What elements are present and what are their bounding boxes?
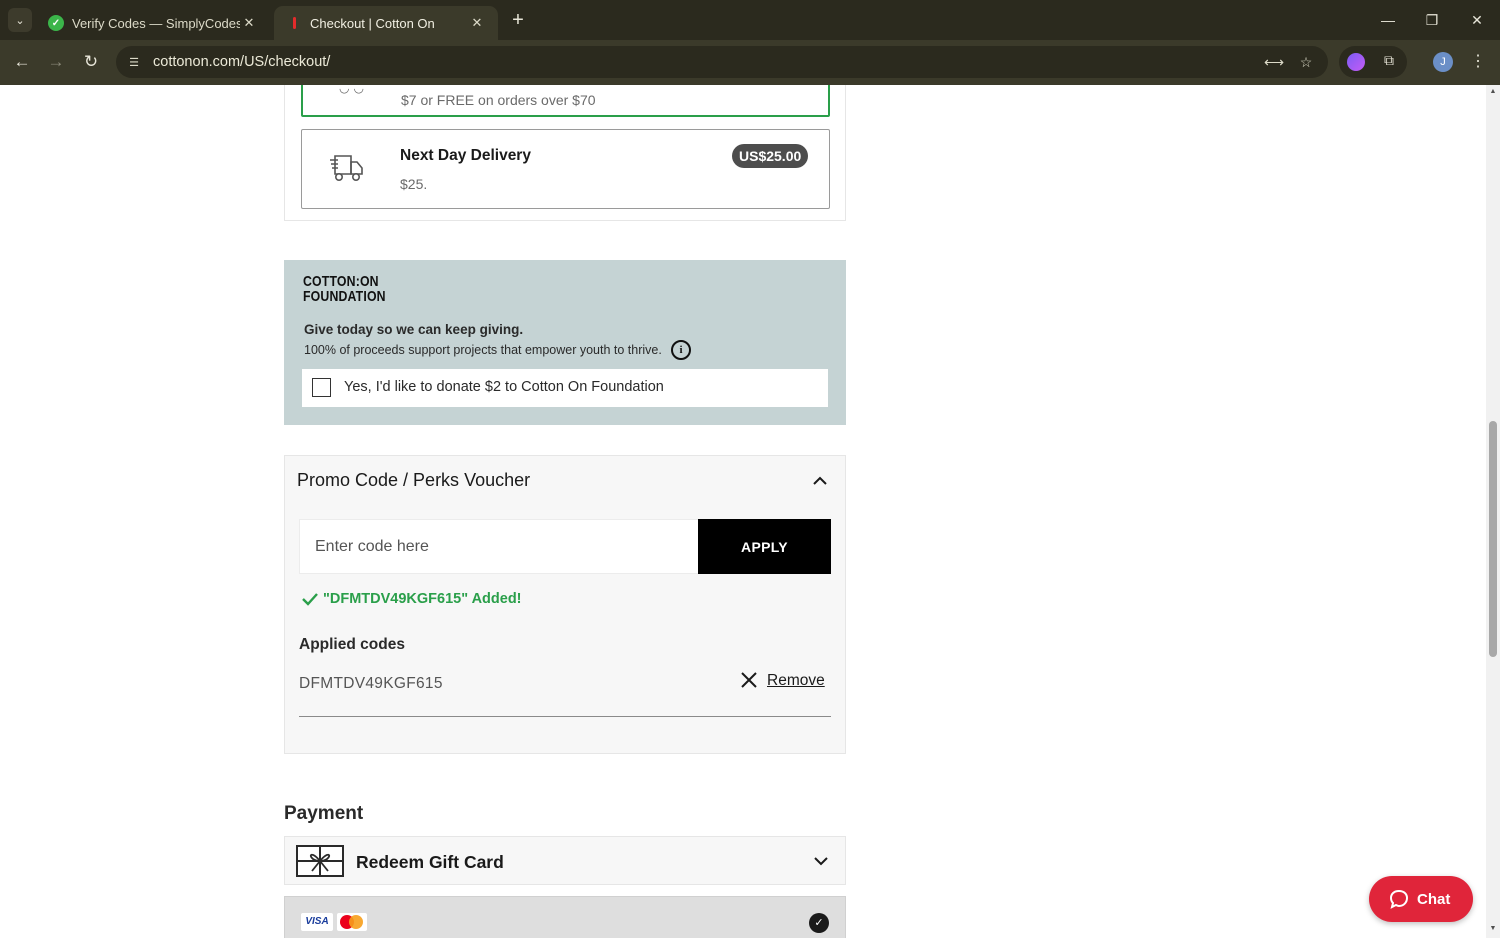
remove-code-link[interactable]: Remove — [767, 672, 825, 690]
simplycodes-favicon-icon: ✓ — [48, 15, 64, 31]
restore-window-icon[interactable]: ❐ — [1410, 0, 1454, 40]
shipping-option-desc: $7 or FREE on orders over $70 — [401, 92, 596, 108]
close-window-icon[interactable]: ✕ — [1455, 0, 1499, 40]
tab-close-icon[interactable]: ✕ — [468, 15, 486, 31]
donate-option[interactable]: Yes, I'd like to donate $2 to Cotton On … — [302, 369, 828, 407]
url-text[interactable]: cottonon.com/US/checkout/ — [153, 54, 330, 70]
back-arrow-icon[interactable]: ← — [8, 48, 36, 76]
chevron-down-icon[interactable] — [813, 855, 829, 867]
ai-extension-icon[interactable] — [1347, 53, 1365, 71]
selected-check-icon: ✓ — [809, 913, 829, 933]
promo-code-input[interactable] — [299, 519, 699, 574]
chat-label: Chat — [1417, 890, 1451, 908]
translate-icon[interactable]: ⟷ — [1264, 52, 1284, 72]
logo-line-1: COTTON:ON — [303, 273, 379, 290]
foundation-subtext: 100% of proceeds support projects that e… — [304, 343, 662, 357]
remove-x-icon[interactable] — [740, 671, 758, 689]
info-icon[interactable]: i — [671, 340, 691, 360]
promo-success-message: "DFMTDV49KGF615" Added! — [301, 591, 522, 607]
scroll-down-icon[interactable]: ▼ — [1489, 925, 1497, 932]
browser-menu-icon[interactable]: ⋮ — [1468, 52, 1488, 72]
gift-card-label: Redeem Gift Card — [356, 852, 504, 872]
foundation-donation-panel: COTTON:ON FOUNDATION Give today so we ca… — [284, 260, 846, 425]
truck-wheels-icon: ◡◡ — [339, 85, 368, 95]
minimize-icon[interactable]: — — [1366, 0, 1410, 40]
profile-avatar[interactable]: J — [1433, 52, 1453, 72]
shipping-option-standard[interactable]: ◡◡ $7 or FREE on orders over $70 — [301, 85, 830, 117]
foundation-headline: Give today so we can keep giving. — [304, 322, 524, 337]
logo-line-2: FOUNDATION — [303, 288, 386, 305]
mastercard-logo-icon — [337, 913, 367, 931]
tab-simplycodes[interactable]: ✓ Verify Codes — SimplyCodes ✕ — [36, 6, 270, 40]
cotton-on-favicon-icon — [286, 15, 302, 31]
visa-logo-icon: VISA — [301, 913, 333, 931]
tab-close-icon[interactable]: ✕ — [240, 15, 258, 31]
bookmark-star-icon[interactable]: ☆ — [1296, 52, 1316, 72]
scrollbar-thumb[interactable] — [1489, 421, 1497, 657]
page-viewport: ◡◡ $7 or FREE on orders over $70 Next Da… — [0, 85, 1486, 938]
delivery-truck-icon — [330, 155, 363, 181]
gift-card-icon — [296, 845, 344, 877]
applied-code-value: DFMTDV49KGF615 — [299, 675, 443, 692]
shipping-option-name: Next Day Delivery — [400, 147, 531, 164]
redeem-gift-card-row[interactable]: Redeem Gift Card — [284, 836, 846, 885]
chat-button[interactable]: Chat — [1369, 876, 1473, 922]
new-tab-icon[interactable]: + — [506, 8, 530, 32]
promo-panel-title[interactable]: Promo Code / Perks Voucher — [297, 470, 530, 491]
shipping-option-next-day[interactable]: Next Day Delivery $25. US$25.00 — [301, 129, 830, 209]
promo-code-panel: Promo Code / Perks Voucher APPLY "DFMTDV… — [284, 455, 846, 754]
donate-label[interactable]: Yes, I'd like to donate $2 to Cotton On … — [344, 379, 664, 395]
promo-success-text: "DFMTDV49KGF615" Added! — [323, 591, 522, 607]
browser-toolbar: ← → ↻ ☰ cottonon.com/US/checkout/ ⟷ ☆ ⧉ … — [0, 40, 1500, 85]
divider — [299, 716, 831, 717]
chat-bubble-icon — [1389, 889, 1409, 909]
scroll-up-icon[interactable]: ▲ — [1489, 88, 1497, 95]
shipping-options-card: ◡◡ $7 or FREE on orders over $70 Next Da… — [284, 85, 846, 221]
page-scrollbar[interactable]: ▲ ▼ — [1486, 85, 1500, 938]
extensions-puzzle-icon[interactable]: ⧉ — [1379, 52, 1399, 72]
address-bar[interactable]: ☰ cottonon.com/US/checkout/ ⟷ ☆ — [116, 46, 1328, 78]
extensions-pill: ⧉ — [1339, 46, 1407, 78]
tab-title: Verify Codes — SimplyCodes — [72, 15, 240, 31]
payment-heading: Payment — [284, 803, 364, 824]
browser-tab-bar: ⌄ ✓ Verify Codes — SimplyCodes ✕ Checkou… — [0, 0, 1500, 40]
forward-arrow-icon[interactable]: → — [42, 48, 70, 76]
tab-search-icon[interactable]: ⌄ — [8, 8, 32, 32]
reload-icon[interactable]: ↻ — [77, 48, 105, 76]
apply-button[interactable]: APPLY — [698, 519, 831, 574]
shipping-price-badge: US$25.00 — [732, 144, 809, 168]
tab-cotton-on-checkout[interactable]: Checkout | Cotton On ✕ — [274, 6, 498, 40]
shipping-option-desc: $25. — [400, 176, 428, 192]
tab-title: Checkout | Cotton On — [310, 15, 435, 31]
donate-checkbox[interactable] — [312, 378, 331, 397]
chevron-up-icon[interactable] — [811, 474, 829, 488]
cotton-on-foundation-logo: COTTON:ON FOUNDATION — [303, 274, 386, 304]
site-info-icon[interactable]: ☰ — [124, 52, 144, 72]
card-payment-option[interactable]: VISA ✓ — [284, 896, 846, 938]
applied-codes-heading: Applied codes — [299, 636, 405, 653]
checkmark-icon — [302, 593, 318, 606]
